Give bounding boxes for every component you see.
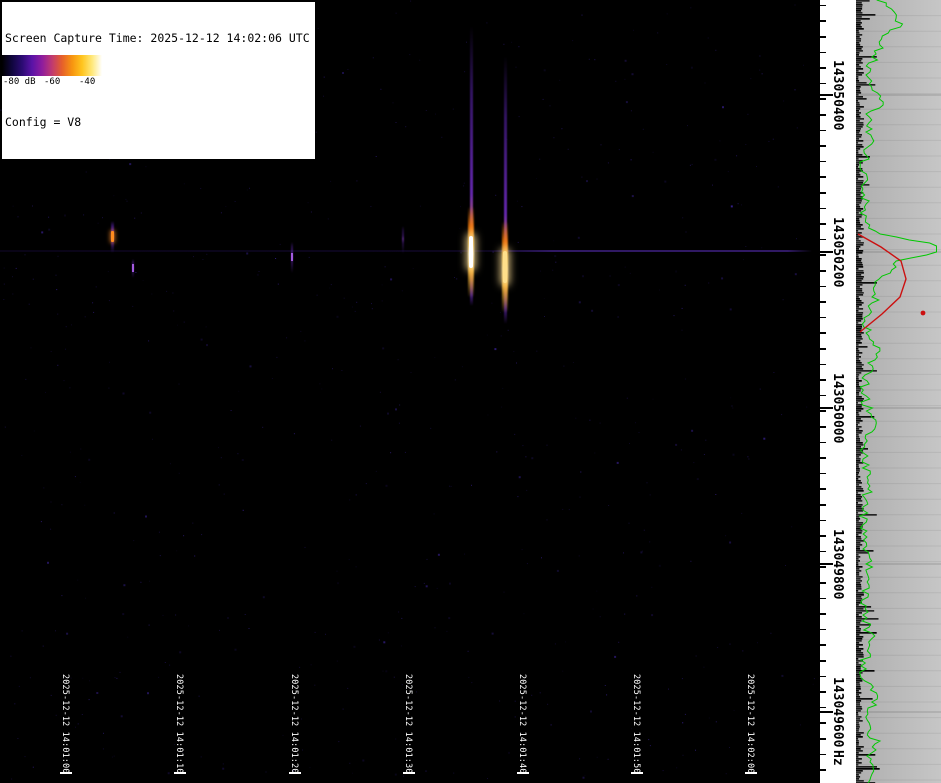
frequency-axis-label: 143050000 (830, 373, 845, 443)
time-axis-tick (60, 772, 72, 774)
frequency-minor-tick (820, 223, 826, 225)
frequency-minor-tick (820, 332, 826, 334)
frequency-unit-label: Hz (830, 750, 845, 766)
carrier-signal-line (0, 250, 812, 252)
frequency-minor-tick (820, 738, 826, 740)
frequency-minor-tick (820, 535, 826, 537)
frequency-axis-label: 143049800 (830, 529, 845, 599)
frequency-minor-tick (820, 5, 826, 7)
frequency-minor-tick (820, 36, 826, 38)
spectrum-amplitude-panel (856, 0, 941, 783)
frequency-minor-tick (820, 286, 826, 288)
frequency-minor-tick (820, 488, 826, 490)
frequency-minor-tick (820, 239, 826, 241)
color-scale-labels: -80 dB -60 -40 (2, 76, 102, 89)
meteor-echo-hotspot (291, 253, 293, 261)
frequency-minor-tick (820, 582, 826, 584)
frequency-minor-tick (820, 520, 826, 522)
frequency-minor-tick (820, 114, 826, 116)
frequency-minor-tick (820, 660, 826, 662)
frequency-minor-tick (820, 410, 826, 412)
time-axis-tick (174, 772, 186, 774)
frequency-minor-tick (820, 629, 826, 631)
spectrum-lab-screen-capture: 2025-12-12 14:01:00 2025-12-12 14:01:10 20… (0, 0, 941, 783)
time-axis-tick (745, 772, 757, 774)
color-scale-legend: -80 dB -60 -40 (2, 55, 102, 89)
meteor-echo-hotspot (132, 264, 134, 272)
frequency-minor-tick (820, 364, 826, 366)
frequency-minor-tick (820, 395, 826, 397)
frequency-minor-tick (820, 691, 826, 693)
frequency-minor-tick (820, 722, 826, 724)
color-scale-gradient (2, 55, 102, 76)
frequency-axis-ruler: 143050400 143050200 143050000 143049800 1430… (820, 0, 856, 783)
frequency-minor-tick (820, 473, 826, 475)
capture-time-text: Screen Capture Time: 2025-12-12 14:02:06… (5, 31, 310, 45)
time-axis-tick (631, 772, 643, 774)
frequency-minor-tick (820, 348, 826, 350)
time-axis-label: 2025-12-12 14:01:00 (61, 674, 71, 774)
frequency-minor-tick (820, 379, 826, 381)
time-axis-tick (289, 772, 301, 774)
frequency-minor-tick (820, 145, 826, 147)
frequency-minor-tick (820, 566, 826, 568)
frequency-axis-label: 143050400 (830, 60, 845, 130)
config-text: Config = V8 (5, 115, 310, 129)
frequency-minor-tick (820, 426, 826, 428)
frequency-minor-tick (820, 644, 826, 646)
time-axis-label: 2025-12-12 14:01:10 (175, 674, 185, 774)
meteor-echo-hotspot (503, 251, 507, 283)
frequency-minor-tick (820, 52, 826, 54)
meteor-echo-hotspot (111, 231, 114, 242)
time-axis-label: 2025-12-12 14:01:40 (518, 674, 528, 774)
frequency-minor-tick (820, 317, 826, 319)
frequency-minor-tick (820, 613, 826, 615)
frequency-minor-tick (820, 208, 826, 210)
frequency-minor-tick (820, 83, 826, 85)
frequency-minor-tick (820, 301, 826, 303)
frequency-minor-tick (820, 707, 826, 709)
frequency-minor-tick (820, 98, 826, 100)
frequency-minor-tick (820, 769, 826, 771)
time-axis-tick (403, 772, 415, 774)
time-axis-label: 2025-12-12 14:01:30 (404, 674, 414, 774)
frequency-minor-tick (820, 504, 826, 506)
time-axis-label: 2025-12-12 14:01:20 (290, 674, 300, 774)
spectrum-trace-graph (856, 0, 941, 783)
frequency-minor-tick (820, 161, 826, 163)
time-axis-label: 2025-12-12 14:02:00 (746, 674, 756, 774)
frequency-minor-tick (820, 192, 826, 194)
frequency-minor-tick (820, 254, 826, 256)
frequency-minor-tick (820, 20, 826, 22)
waterfall-display: 2025-12-12 14:01:00 2025-12-12 14:01:10 20… (0, 0, 820, 783)
frequency-minor-tick (820, 176, 826, 178)
meteor-echo-hotspot (469, 236, 473, 268)
frequency-minor-tick (820, 676, 826, 678)
frequency-minor-tick (820, 551, 826, 553)
color-scale-label: -40 (79, 77, 95, 87)
frequency-axis-label: 143050200 (830, 217, 845, 287)
frequency-minor-tick (820, 598, 826, 600)
frequency-minor-tick (820, 67, 826, 69)
frequency-minor-tick (820, 270, 826, 272)
color-scale-label: -80 dB (3, 77, 36, 87)
frequency-minor-tick (820, 130, 826, 132)
frequency-minor-tick (820, 442, 826, 444)
time-axis-label: 2025-12-12 14:01:50 (632, 674, 642, 774)
color-scale-label: -60 (44, 77, 60, 87)
frequency-axis-label: 143049600 (830, 677, 845, 747)
meteor-echo-streak (402, 226, 404, 254)
frequency-minor-tick (820, 754, 826, 756)
frequency-minor-tick (820, 457, 826, 459)
time-axis-tick (517, 772, 529, 774)
